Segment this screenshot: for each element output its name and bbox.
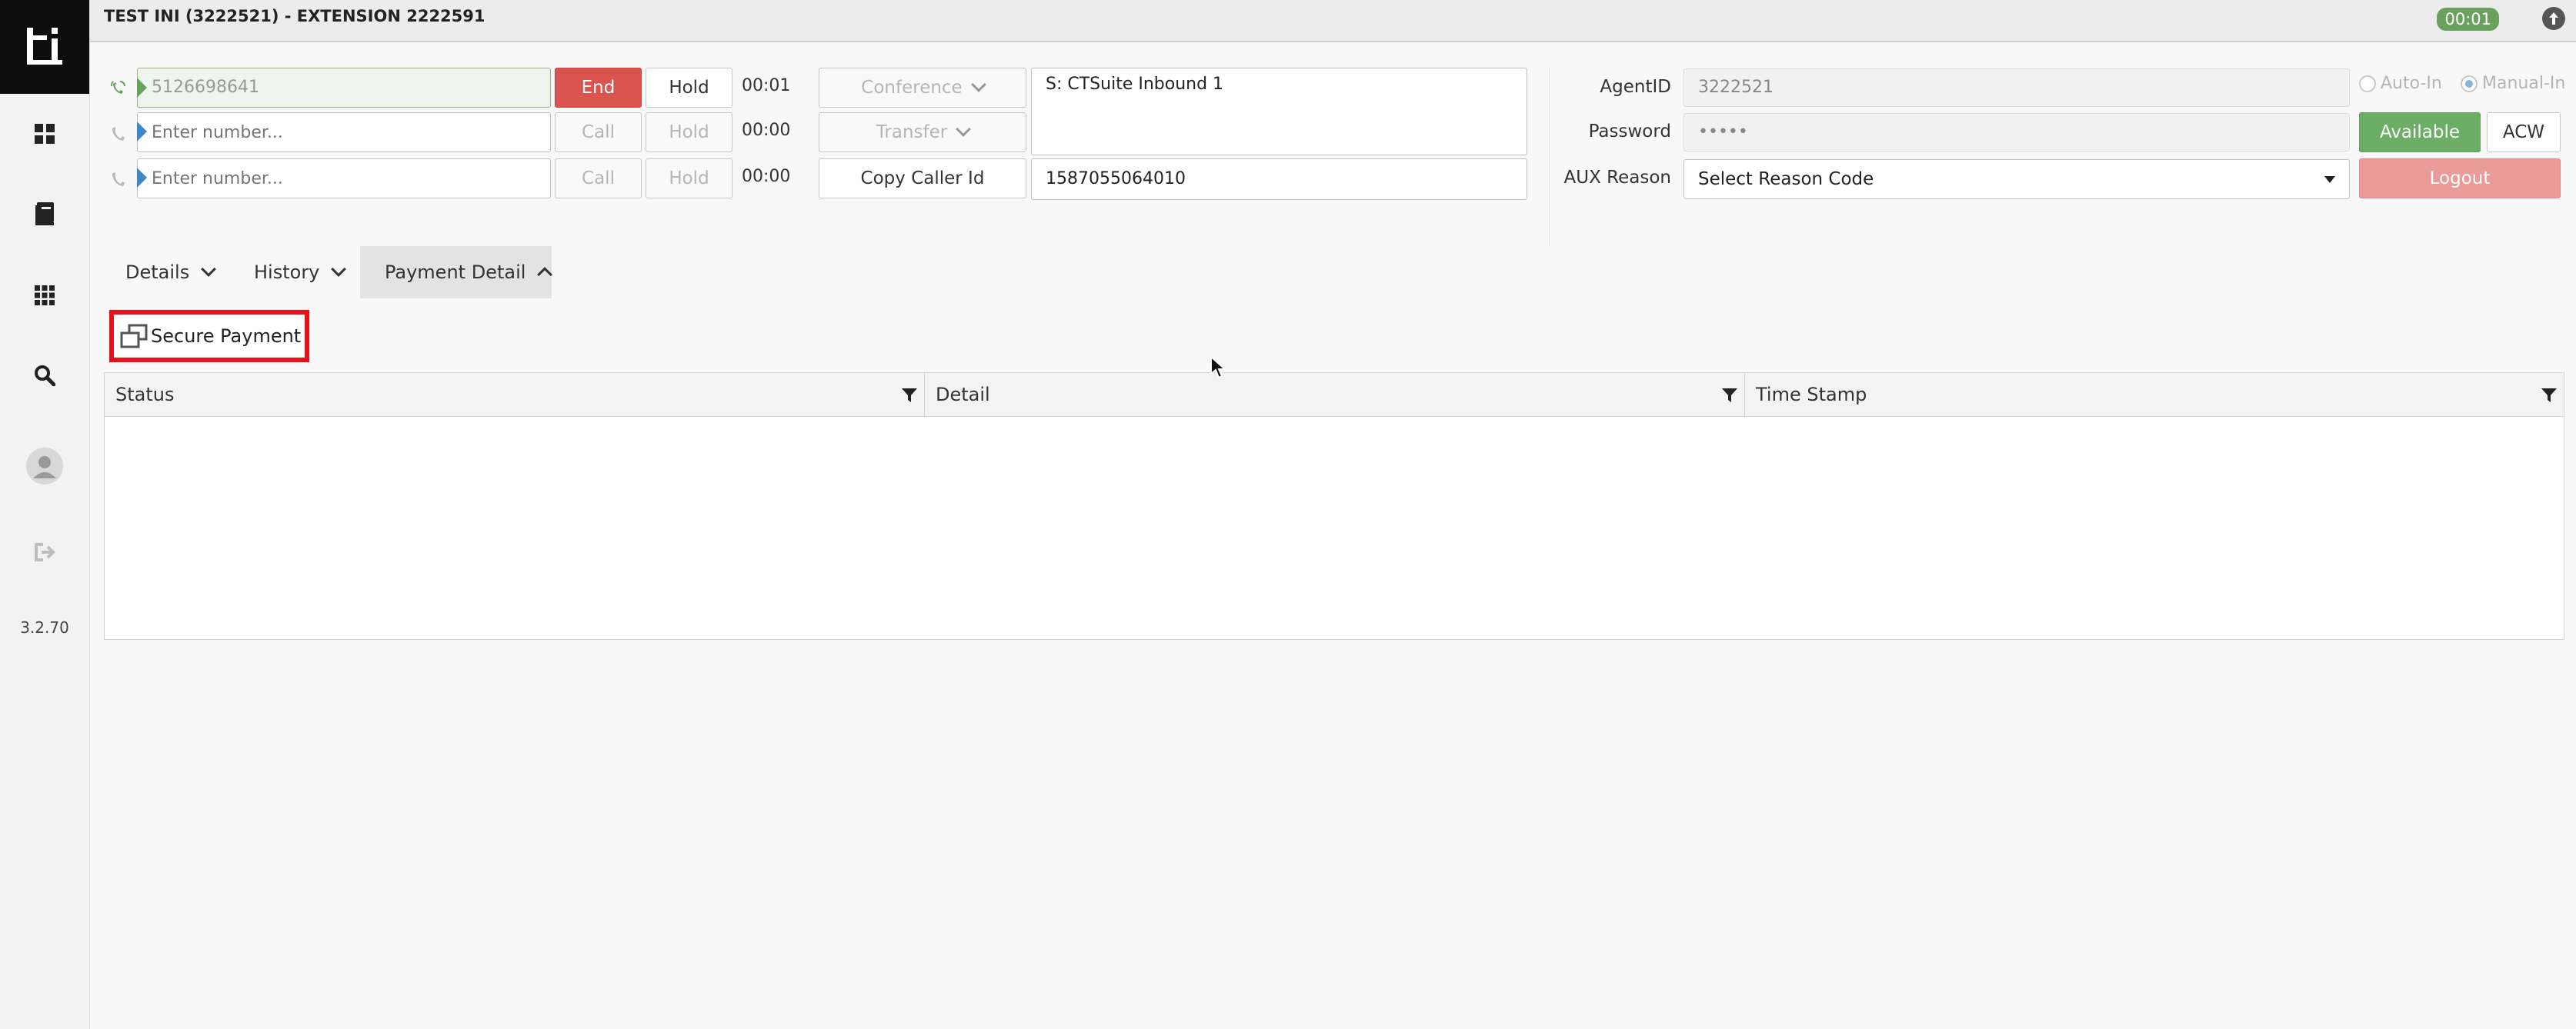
caller-id-field[interactable]: 1587055064010 (1031, 158, 1527, 200)
table-body (105, 416, 2564, 639)
auto-in-label: Auto-In (2381, 74, 2442, 93)
conference-label: Conference (861, 78, 963, 98)
password-label: Password (1588, 122, 1671, 142)
line3-indicator (137, 168, 147, 188)
end-call-button[interactable]: End (555, 68, 642, 108)
search-icon[interactable] (0, 345, 89, 406)
line2-number-input[interactable] (137, 112, 551, 152)
filter-icon[interactable] (2541, 387, 2558, 404)
column-status-label: Status (115, 384, 175, 405)
conference-dropdown[interactable]: Conference (819, 68, 1026, 108)
tab-history-label: History (254, 261, 320, 283)
call-info-box: S: CTSuite Inbound 1 (1031, 68, 1527, 155)
filter-icon[interactable] (1721, 387, 1738, 404)
chevron-down-icon (201, 261, 217, 277)
agent-id-label: AgentID (1600, 77, 1671, 97)
acw-button[interactable]: ACW (2487, 112, 2561, 152)
phone-ringing-icon (110, 81, 125, 94)
password-field: ••••• (1683, 113, 2350, 152)
chevron-up-icon (537, 267, 553, 282)
chevron-down-icon (331, 261, 347, 277)
logout-button[interactable]: Logout (2359, 158, 2561, 198)
filter-icon[interactable] (901, 387, 918, 404)
panel-divider (1549, 68, 1550, 246)
radio-circle-selected (2461, 75, 2478, 92)
secure-payment-label: Secure Payment (151, 325, 302, 347)
line2-call-button[interactable]: Call (555, 112, 642, 152)
aux-reason-select[interactable]: Select Reason Code (1683, 159, 2350, 199)
app-logo (0, 0, 89, 94)
mouse-cursor-icon (1210, 355, 1226, 379)
table-header: Status Detail Time Stamp (105, 373, 2564, 417)
page-title: TEST INI (3222521) - EXTENSION 2222591 (104, 7, 486, 25)
radio-circle (2359, 75, 2376, 92)
call-info-text: S: CTSuite Inbound 1 (1046, 75, 1224, 94)
arrow-up-icon (2549, 12, 2558, 25)
transfer-label: Transfer (876, 122, 948, 142)
user-avatar-icon[interactable] (0, 435, 89, 497)
tab-payment-detail[interactable]: Payment Detail (360, 246, 553, 298)
secure-payment-button[interactable]: Secure Payment (109, 310, 309, 362)
line2-indicator (137, 122, 147, 142)
column-time-stamp-label: Time Stamp (1756, 384, 1867, 405)
aux-reason-label: AUX Reason (1563, 168, 1671, 188)
line2-hold-button[interactable]: Hold (646, 112, 732, 152)
transfer-dropdown[interactable]: Transfer (819, 112, 1026, 152)
open-window-icon (120, 324, 148, 348)
tab-details-label: Details (125, 261, 190, 283)
line1-number-value: 5126698641 (152, 78, 259, 97)
caret-down-icon (2324, 176, 2335, 183)
line2-timer: 00:00 (742, 121, 791, 140)
phone-icon (112, 127, 125, 141)
line1-number-field[interactable]: 5126698641 (137, 68, 551, 108)
copy-caller-id-button[interactable]: Copy Caller Id (819, 158, 1026, 198)
chevron-down-icon (970, 77, 986, 92)
line1-timer: 00:01 (742, 76, 791, 95)
phone-icon (112, 172, 125, 186)
scroll-up-button[interactable] (2542, 7, 2565, 30)
sidebar: 3.2.70 (0, 0, 90, 1029)
column-header-detail[interactable]: Detail (925, 373, 1745, 416)
line3-timer: 00:00 (742, 167, 791, 186)
tab-payment-detail-label: Payment Detail (385, 261, 526, 283)
session-timer-badge: 00:01 (2437, 8, 2499, 31)
line1-hold-button[interactable]: Hold (646, 68, 732, 108)
manual-in-label: Manual-In (2482, 74, 2566, 93)
column-detail-label: Detail (936, 384, 990, 405)
available-button[interactable]: Available (2359, 112, 2481, 152)
line3-hold-button[interactable]: Hold (646, 158, 732, 198)
payment-detail-table: Status Detail Time Stamp (104, 372, 2564, 640)
line3-call-button[interactable]: Call (555, 158, 642, 198)
aux-reason-value: Select Reason Code (1698, 169, 1874, 189)
header-bar: TEST INI (3222521) - EXTENSION 2222591 0… (90, 0, 2576, 42)
tab-history[interactable]: History (254, 246, 354, 298)
column-header-time-stamp[interactable]: Time Stamp (1745, 373, 2564, 416)
book-icon[interactable] (0, 183, 89, 245)
dashboard-icon[interactable] (0, 103, 89, 165)
line3-number-input[interactable] (137, 158, 551, 198)
auto-in-radio[interactable]: Auto-In (2359, 74, 2442, 93)
chevron-down-icon (956, 122, 972, 137)
apps-grid-icon[interactable] (0, 265, 89, 326)
column-header-status[interactable]: Status (105, 373, 925, 416)
agent-id-field: 3222521 (1683, 68, 2350, 107)
manual-in-radio[interactable]: Manual-In (2461, 74, 2565, 93)
app-version: 3.2.70 (20, 618, 69, 637)
logout-icon[interactable] (0, 521, 89, 583)
tab-details[interactable]: Details (125, 246, 218, 298)
caller-id-value: 1587055064010 (1046, 169, 1186, 188)
